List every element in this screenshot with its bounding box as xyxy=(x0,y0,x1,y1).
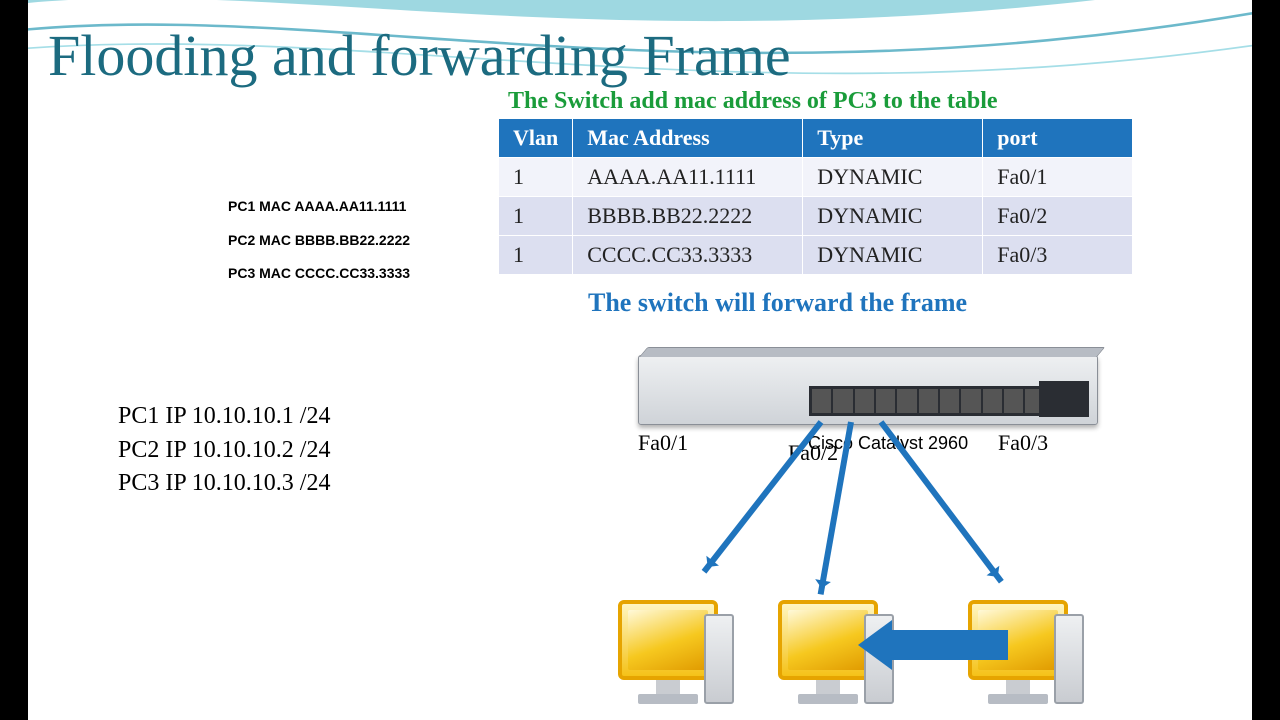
cell-port: Fa0/3 xyxy=(983,236,1133,275)
pc-mac-line: PC3 MAC CCCC.CC33.3333 xyxy=(228,257,410,291)
table-row: 1 AAAA.AA11.1111 DYNAMIC Fa0/1 xyxy=(499,158,1133,197)
cell-port: Fa0/2 xyxy=(983,197,1133,236)
cell-vlan: 1 xyxy=(499,158,573,197)
network-diagram: Cisco Catalyst 2960 Fa0/1 Fa0/2 Fa0/3 xyxy=(528,340,1208,710)
pc-mac-list: PC1 MAC AAAA.AA11.1111 PC2 MAC BBBB.BB22… xyxy=(228,190,410,291)
switch-ports-icon xyxy=(809,386,1069,416)
cell-type: DYNAMIC xyxy=(803,197,983,236)
cell-mac: AAAA.AA11.1111 xyxy=(573,158,803,197)
port-label-fa03: Fa0/3 xyxy=(998,430,1048,456)
pc-ip-line: PC1 IP 10.10.10.1 /24 xyxy=(118,400,330,434)
pc-ip-list: PC1 IP 10.10.10.1 /24 PC2 IP 10.10.10.2 … xyxy=(118,400,330,501)
pc1-icon xyxy=(608,600,728,704)
switch-icon xyxy=(638,355,1098,425)
forward-arrow-icon xyxy=(858,620,1008,670)
pc-mac-line: PC2 MAC BBBB.BB22.2222 xyxy=(228,224,410,258)
table-row: 1 BBBB.BB22.2222 DYNAMIC Fa0/2 xyxy=(499,197,1133,236)
cell-vlan: 1 xyxy=(499,236,573,275)
slide-title: Flooding and forwarding Frame xyxy=(48,22,791,89)
pc-ip-line: PC2 IP 10.10.10.2 /24 xyxy=(118,434,330,468)
table-row: 1 CCCC.CC33.3333 DYNAMIC Fa0/3 xyxy=(499,236,1133,275)
caption-forward: The switch will forward the frame xyxy=(588,288,967,318)
caption-add-mac: The Switch add mac address of PC3 to the… xyxy=(508,88,998,115)
pc-ip-line: PC3 IP 10.10.10.3 /24 xyxy=(118,467,330,501)
cell-type: DYNAMIC xyxy=(803,236,983,275)
col-mac-header: Mac Address xyxy=(573,119,803,158)
col-vlan-header: Vlan xyxy=(499,119,573,158)
col-type-header: Type xyxy=(803,119,983,158)
link-arrow-icon xyxy=(702,420,824,573)
slide: Flooding and forwarding Frame The Switch… xyxy=(28,0,1252,720)
mac-address-table: Vlan Mac Address Type port 1 AAAA.AA11.1… xyxy=(498,118,1133,275)
table-header-row: Vlan Mac Address Type port xyxy=(499,119,1133,158)
cell-mac: CCCC.CC33.3333 xyxy=(573,236,803,275)
col-port-header: port xyxy=(983,119,1133,158)
port-label-fa01: Fa0/1 xyxy=(638,430,688,456)
cell-port: Fa0/1 xyxy=(983,158,1133,197)
cell-type: DYNAMIC xyxy=(803,158,983,197)
cell-mac: BBBB.BB22.2222 xyxy=(573,197,803,236)
pc-mac-line: PC1 MAC AAAA.AA11.1111 xyxy=(228,190,410,224)
switch-uplinks-icon xyxy=(1039,381,1089,417)
cell-vlan: 1 xyxy=(499,197,573,236)
